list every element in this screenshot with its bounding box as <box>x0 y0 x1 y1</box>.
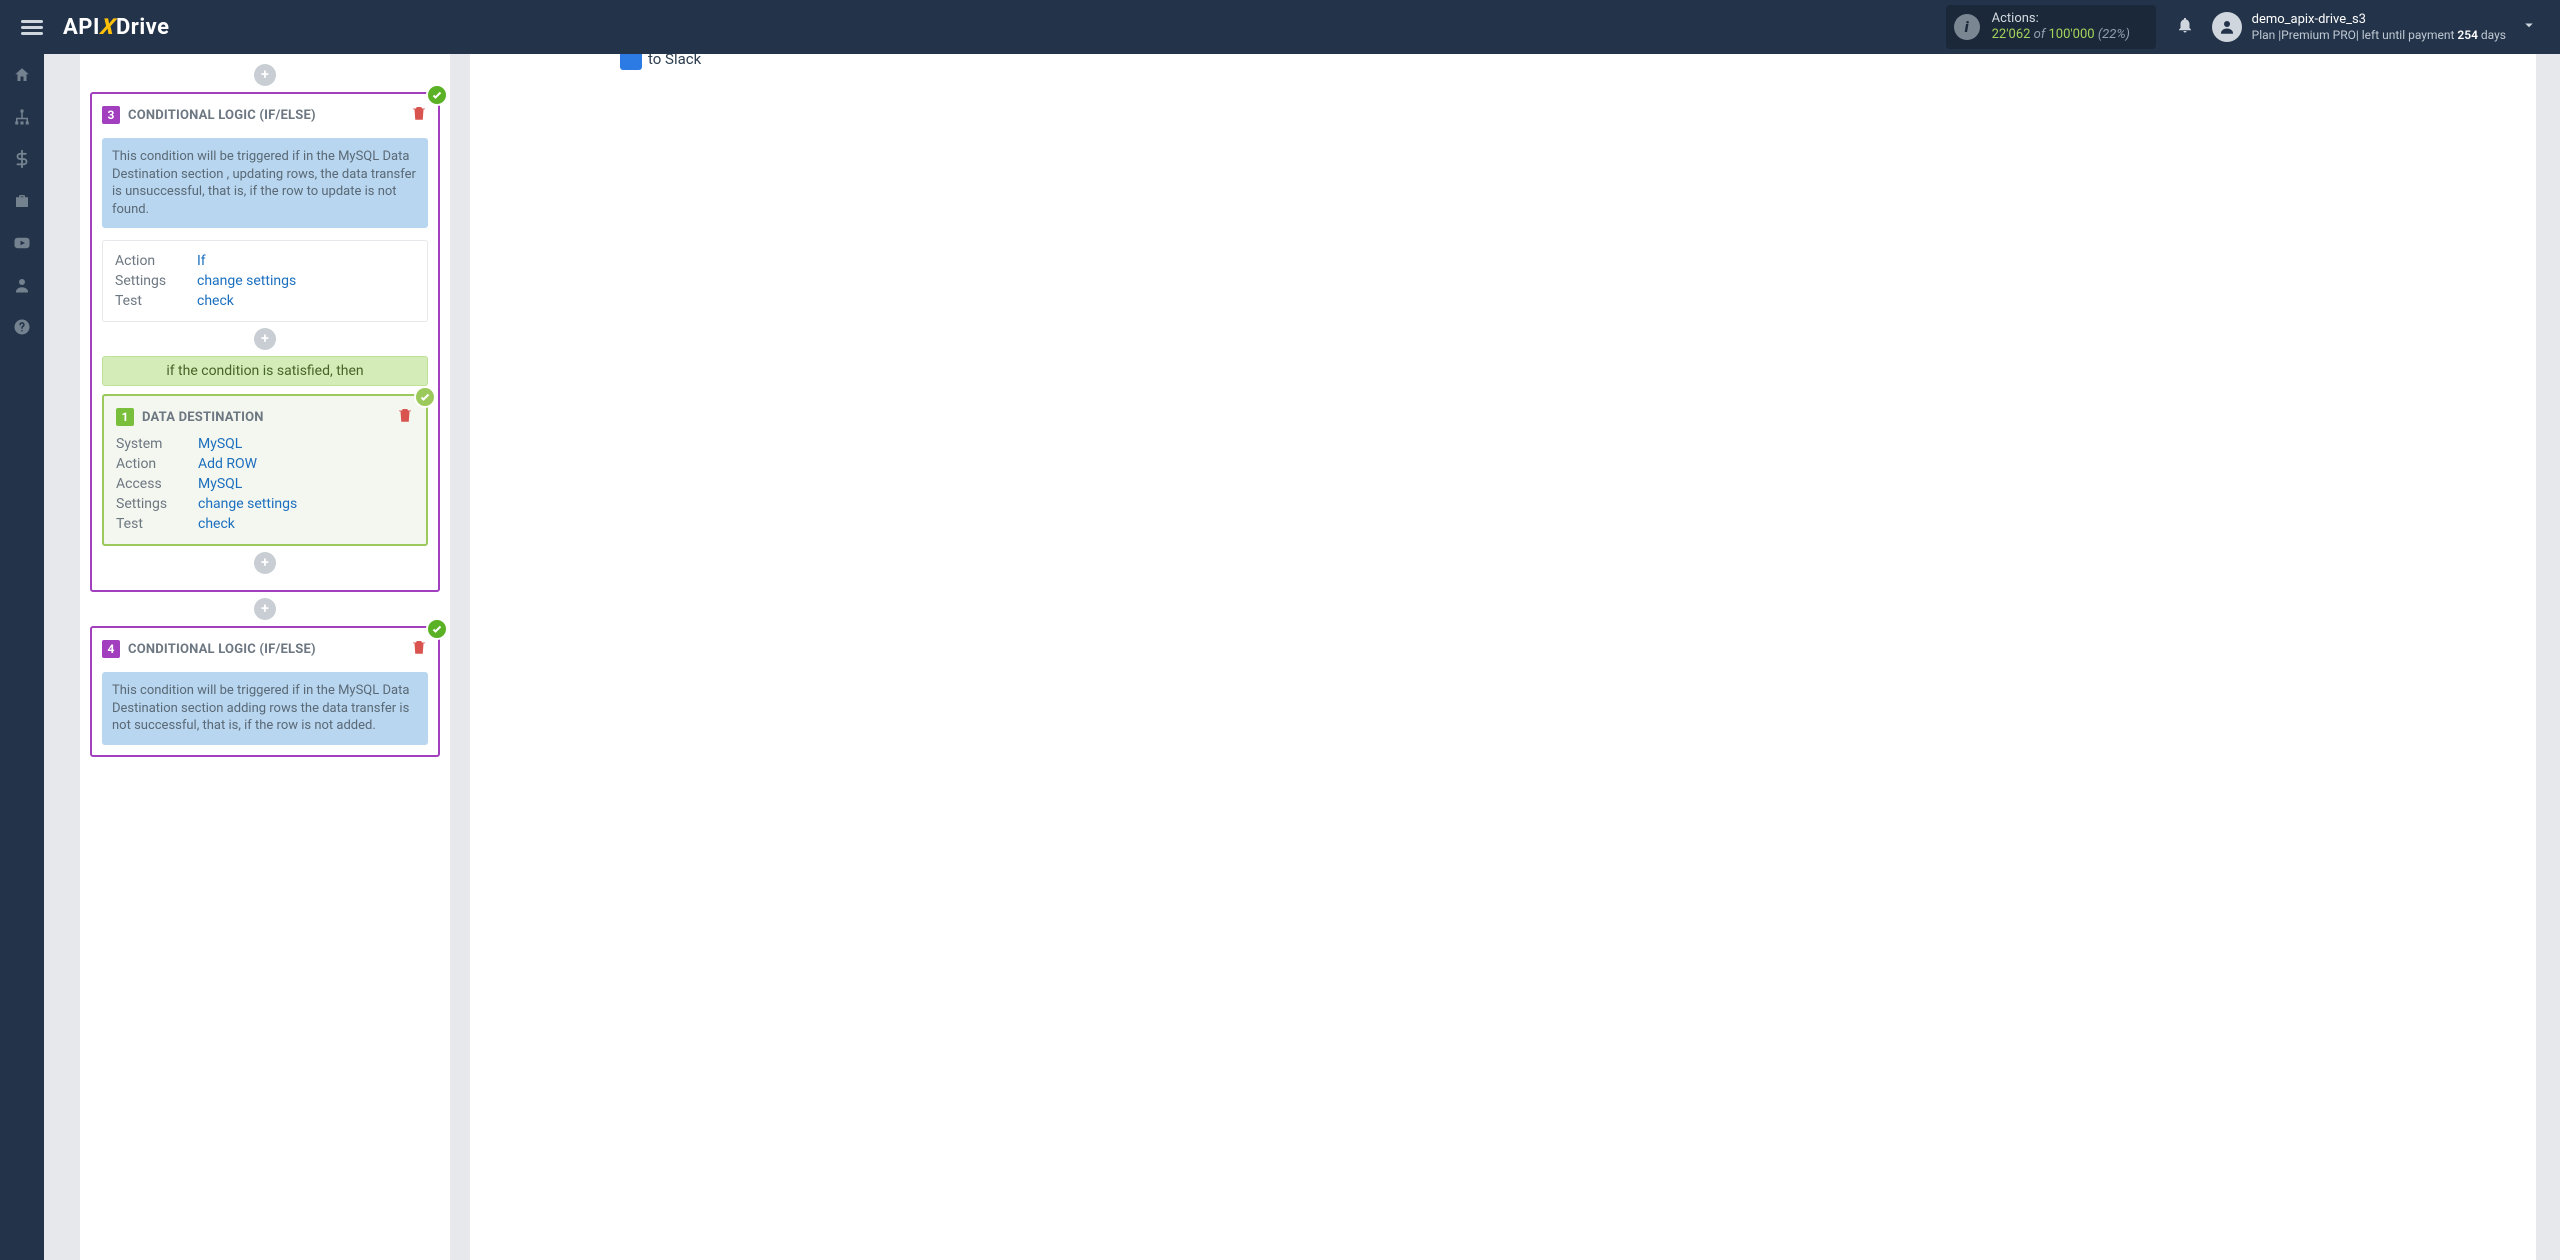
rail-home-icon[interactable] <box>0 54 44 96</box>
app-header: API X Drive i Actions: 22'062 of 100'000… <box>0 0 2560 54</box>
step-card-destination-1: 1 DATA DESTINATION System MySQL Action A… <box>102 394 428 546</box>
chevron-down-icon[interactable] <box>2520 16 2550 38</box>
logo[interactable]: API X Drive <box>63 15 170 40</box>
param-action-value: Add ROW <box>198 456 257 472</box>
actions-counter[interactable]: i Actions: 22'062 of 100'000 (22%) <box>1946 5 2156 48</box>
step-title: DATA DESTINATION <box>142 410 264 425</box>
param-row-settings: Settings change settings <box>116 494 414 514</box>
step-header: 3 CONDITIONAL LOGIC (IF/ELSE) <box>102 104 428 126</box>
param-access-value: MySQL <box>198 476 242 492</box>
step-params: Action If Settings change settings Test … <box>102 240 428 322</box>
step-header: 4 CONDITIONAL LOGIC (IF/ELSE) <box>102 638 428 660</box>
change-settings-link[interactable]: change settings <box>197 273 296 289</box>
add-step-button[interactable]: + <box>254 328 276 350</box>
avatar-icon <box>2212 12 2242 42</box>
add-step-button[interactable]: + <box>254 598 276 620</box>
param-row-access: Access MySQL <box>116 474 414 494</box>
delete-step-button[interactable] <box>396 406 414 428</box>
step-header: 1 DATA DESTINATION <box>116 406 414 428</box>
step-number-badge: 3 <box>102 106 120 124</box>
step-number-badge: 4 <box>102 640 120 658</box>
change-settings-link[interactable]: change settings <box>198 496 297 512</box>
logo-prefix: API <box>63 15 100 40</box>
step-note: This condition will be triggered if in t… <box>102 138 428 228</box>
user-menu[interactable]: demo_apix-drive_s3 Plan |Premium PRO| le… <box>2212 12 2506 42</box>
rail-help-icon[interactable] <box>0 306 44 348</box>
left-rail <box>0 54 44 1260</box>
step-title: CONDITIONAL LOGIC (IF/ELSE) <box>128 642 316 657</box>
step-card-conditional-4: 4 CONDITIONAL LOGIC (IF/ELSE) This condi… <box>90 626 440 757</box>
step-title: CONDITIONAL LOGIC (IF/ELSE) <box>128 108 316 123</box>
status-ok-icon <box>426 618 448 640</box>
check-link[interactable]: check <box>198 516 235 532</box>
param-row-test: Test check <box>116 514 414 534</box>
notifications-bell-icon[interactable] <box>2176 16 2194 38</box>
condition-true-banner: if the condition is satisfied, then <box>102 356 428 386</box>
logo-suffix: Drive <box>116 15 170 40</box>
add-step-button[interactable]: + <box>254 64 276 86</box>
param-system-value: MySQL <box>198 436 242 452</box>
partial-row: to Slack <box>620 54 701 70</box>
delete-step-button[interactable] <box>410 638 428 660</box>
page-body: + 3 CONDITIONAL LOGIC (IF/ELSE) This con… <box>44 54 2560 1260</box>
add-step-button[interactable]: + <box>254 552 276 574</box>
param-row-action: Action If <box>115 251 415 271</box>
rail-sitemap-icon[interactable] <box>0 96 44 138</box>
param-row-settings: Settings change settings <box>115 271 415 291</box>
user-name: demo_apix-drive_s3 <box>2252 12 2506 28</box>
check-link[interactable]: check <box>197 293 234 309</box>
status-ok-icon <box>426 84 448 106</box>
menu-toggle-button[interactable] <box>17 13 47 42</box>
step-note: This condition will be triggered if in t… <box>102 672 428 745</box>
detail-column: to Slack <box>470 54 2536 1260</box>
logo-x: X <box>99 15 118 40</box>
info-icon: i <box>1954 14 1980 40</box>
workflow-column: + 3 CONDITIONAL LOGIC (IF/ELSE) This con… <box>80 54 450 1260</box>
param-row-system: System MySQL <box>116 434 414 454</box>
step-card-conditional-3: 3 CONDITIONAL LOGIC (IF/ELSE) This condi… <box>90 92 440 592</box>
slack-icon <box>620 54 642 70</box>
partial-text: to Slack <box>648 54 701 68</box>
delete-step-button[interactable] <box>410 104 428 126</box>
status-ok-icon <box>414 386 436 408</box>
rail-profile-icon[interactable] <box>0 264 44 306</box>
param-row-test: Test check <box>115 291 415 311</box>
rail-youtube-icon[interactable] <box>0 222 44 264</box>
param-row-action: Action Add ROW <box>116 454 414 474</box>
step-number-badge: 1 <box>116 408 134 426</box>
rail-billing-icon[interactable] <box>0 138 44 180</box>
plan-line: Plan |Premium PRO| left until payment 25… <box>2252 28 2506 42</box>
rail-briefcase-icon[interactable] <box>0 180 44 222</box>
actions-label: Actions: <box>1992 11 2130 27</box>
param-action-value: If <box>197 253 206 269</box>
actions-value: 22'062 of 100'000 (22%) <box>1992 27 2130 43</box>
